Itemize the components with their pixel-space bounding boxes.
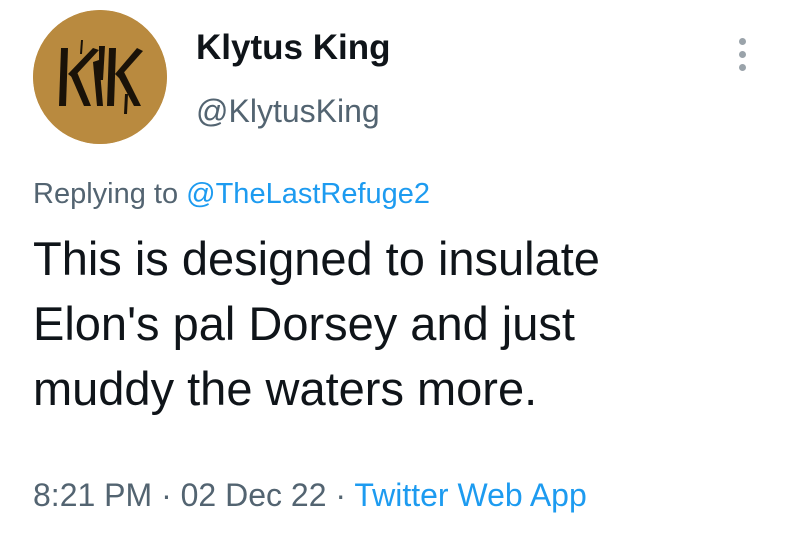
tweet-card: Klytus King @KlytusKing Replying to @The… xyxy=(0,0,798,540)
tweet-time[interactable]: 8:21 PM xyxy=(33,477,152,513)
meta-separator: · xyxy=(161,477,172,513)
replying-to: Replying to @TheLastRefuge2 xyxy=(33,176,430,212)
display-name[interactable]: Klytus King xyxy=(196,28,390,68)
more-options-button[interactable] xyxy=(726,32,762,76)
more-dot xyxy=(739,51,746,58)
more-dot xyxy=(739,64,746,71)
tweet-text: This is designed to insulate Elon's pal … xyxy=(33,226,773,421)
tweet-source-link[interactable]: Twitter Web App xyxy=(354,477,586,513)
avatar[interactable] xyxy=(33,10,167,144)
meta-separator: · xyxy=(335,477,347,513)
tweet-meta: 8:21 PM · 02 Dec 22 · Twitter Web App xyxy=(33,475,587,515)
more-vertical-icon xyxy=(739,38,746,45)
tweet-text-line: This is designed to insulate xyxy=(33,232,600,285)
user-handle[interactable]: @KlytusKing xyxy=(196,92,380,130)
tweet-text-line: muddy the waters more. xyxy=(33,362,538,415)
replying-to-label: Replying to xyxy=(33,178,179,210)
tweet-date[interactable]: 02 Dec 22 xyxy=(181,477,327,513)
reply-mention-link[interactable]: @TheLastRefuge2 xyxy=(186,178,430,210)
kk-monogram-icon xyxy=(33,10,167,144)
tweet-text-line: Elon's pal Dorsey and just xyxy=(33,297,575,350)
